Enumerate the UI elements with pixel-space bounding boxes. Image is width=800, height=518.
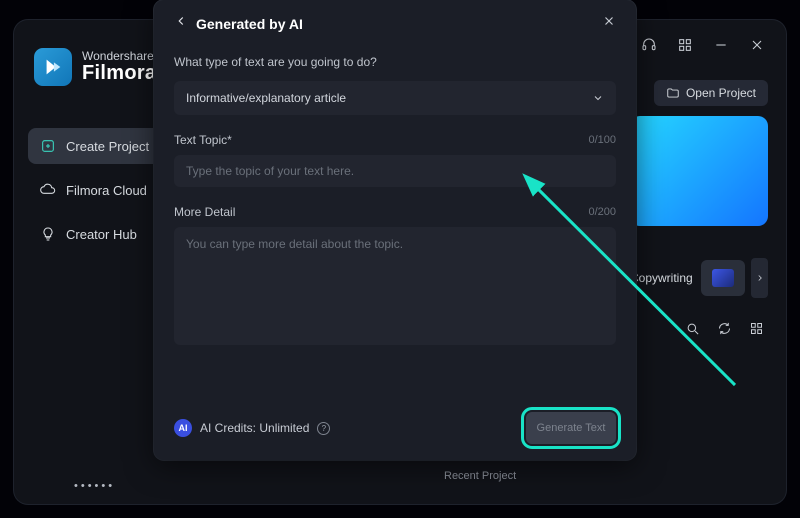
sidebar-item-label: Creator Hub [66, 227, 137, 242]
ai-badge-icon: AI [174, 419, 192, 437]
close-modal-button[interactable] [602, 14, 616, 33]
search-icon[interactable] [682, 318, 702, 338]
close-window-icon[interactable] [744, 32, 770, 58]
recent-project-header: Recent Project [444, 470, 516, 482]
carousel-label: Copywriting [630, 271, 693, 285]
chevron-right-icon [755, 273, 765, 283]
close-icon [602, 14, 616, 28]
app-logo: Wondershare Filmora [34, 48, 156, 86]
apps-grid-icon[interactable] [672, 32, 698, 58]
generated-by-ai-modal: Generated by AI What type of text are yo… [154, 0, 636, 460]
minimize-icon[interactable] [708, 32, 734, 58]
chevron-down-icon [592, 92, 604, 104]
open-project-button[interactable]: Open Project [654, 80, 768, 106]
refresh-icon[interactable] [714, 318, 734, 338]
folder-icon [666, 86, 680, 100]
modal-title: Generated by AI [196, 16, 303, 32]
detail-label: More Detail [174, 205, 235, 219]
modal-question: What type of text are you going to do? [174, 55, 616, 69]
brand-line1: Wondershare [82, 50, 156, 63]
detail-placeholder: You can type more detail about the topic… [186, 237, 403, 251]
topic-label: Text Topic* [174, 133, 232, 147]
filmora-logo-icon [34, 48, 72, 86]
support-icon[interactable] [636, 32, 662, 58]
carousel-next-button[interactable] [751, 258, 768, 298]
sidebar-item-label: Filmora Cloud [66, 183, 147, 198]
view-grid-icon[interactable] [746, 318, 766, 338]
detail-count: 0/200 [588, 206, 616, 218]
open-project-label: Open Project [686, 86, 756, 100]
carousel-thumb[interactable] [701, 260, 746, 296]
info-icon[interactable]: ? [317, 422, 330, 435]
ai-tool-carousel: Copywriting [630, 248, 768, 308]
brand-line2: Filmora [82, 63, 156, 84]
bulb-icon [40, 226, 56, 242]
project-preview-card[interactable] [630, 116, 768, 226]
page-dots: •••••• [74, 480, 115, 492]
generate-text-button[interactable]: Generate Text [526, 412, 616, 444]
cloud-icon [40, 182, 56, 198]
topic-input[interactable]: Type the topic of your text here. [174, 155, 616, 187]
topic-placeholder: Type the topic of your text here. [186, 164, 354, 178]
chevron-left-icon [174, 14, 188, 28]
back-button[interactable] [174, 14, 188, 33]
mini-toolbar [682, 318, 766, 338]
text-type-select[interactable]: Informative/explanatory article [174, 81, 616, 115]
plus-box-icon [40, 138, 56, 154]
sidebar-item-label: Create Project [66, 139, 149, 154]
topic-count: 0/100 [588, 134, 616, 146]
select-value: Informative/explanatory article [186, 91, 346, 105]
detail-textarea[interactable]: You can type more detail about the topic… [174, 227, 616, 345]
ai-credits: AI AI Credits: Unlimited ? [174, 419, 330, 437]
credits-text: AI Credits: Unlimited [200, 421, 309, 435]
generate-label: Generate Text [537, 422, 606, 434]
